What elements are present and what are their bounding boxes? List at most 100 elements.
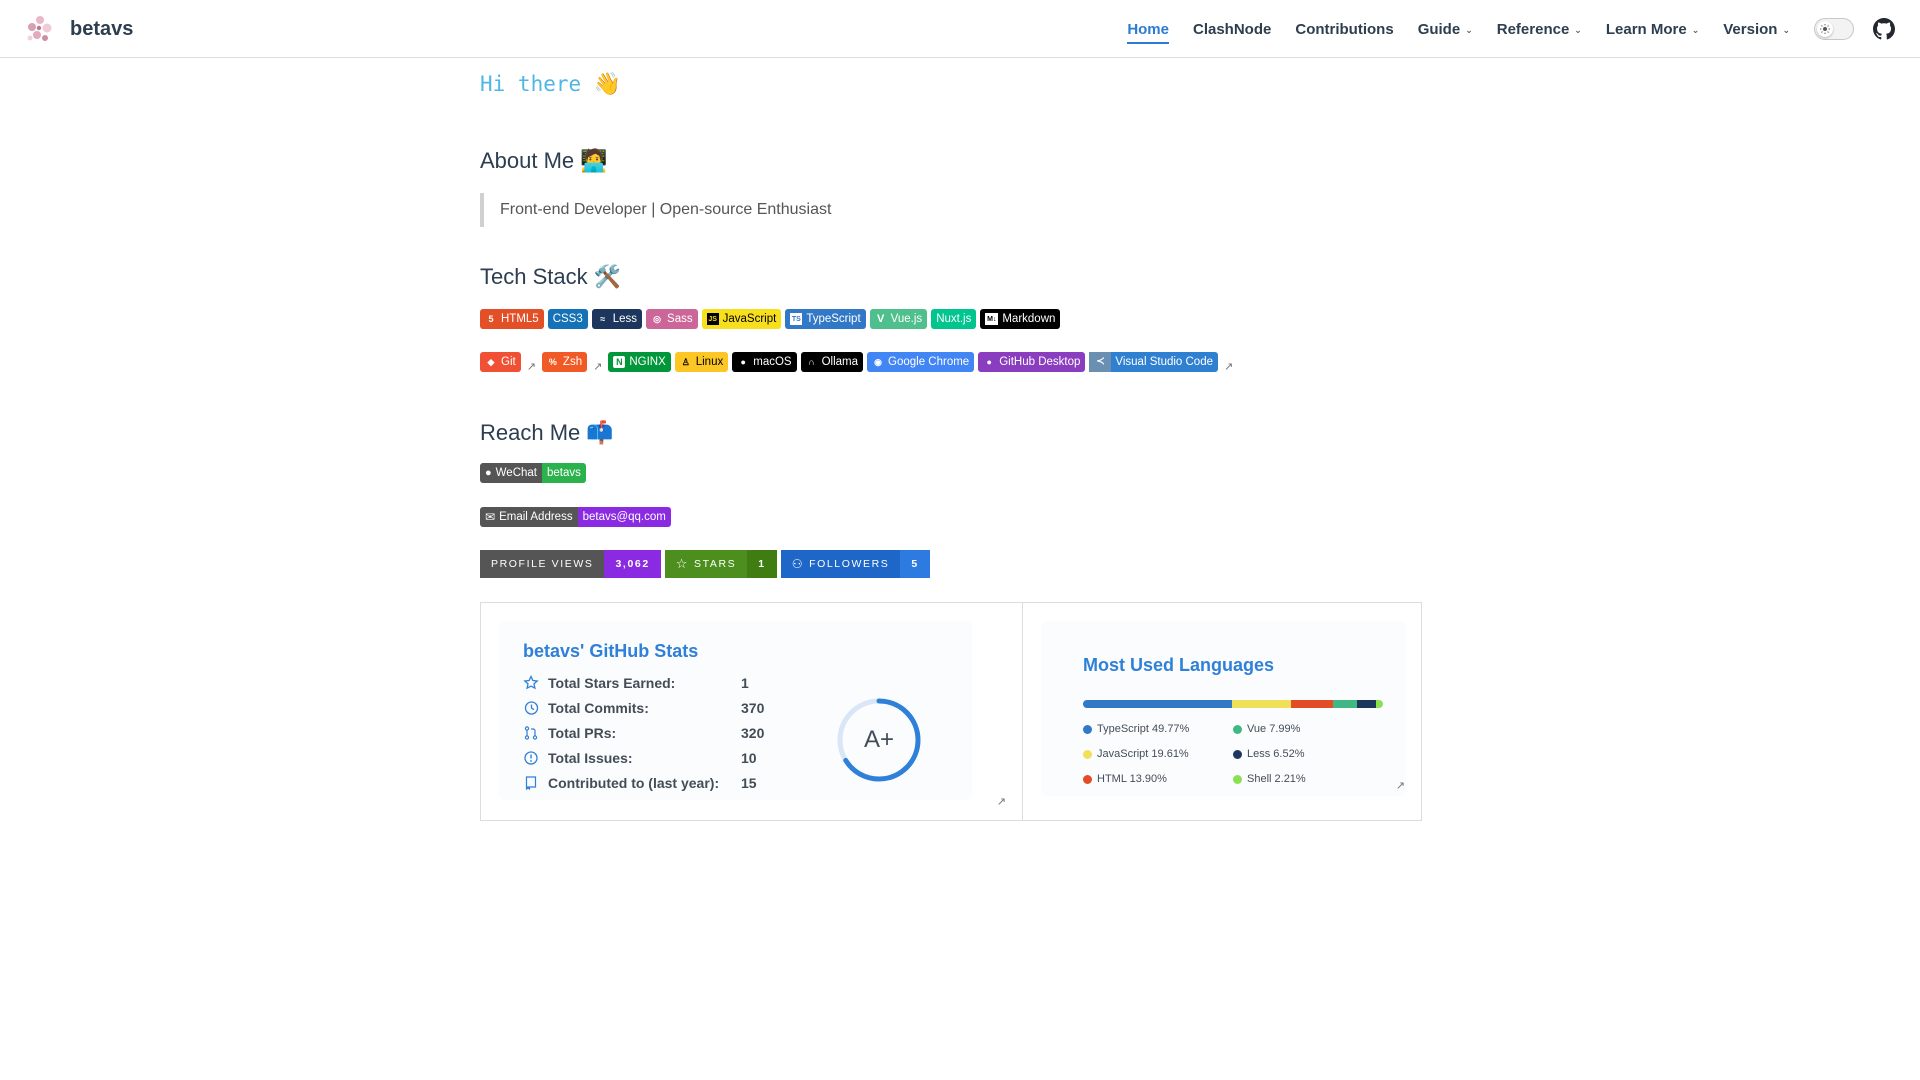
badge-nginx[interactable]: N NGINX [608, 352, 671, 372]
language-bar-segment [1291, 700, 1333, 708]
badge-javascript[interactable]: JS JavaScript [701, 309, 782, 329]
stat-value: 320 [741, 725, 765, 741]
wechat-row: ● WeChat betavs [480, 463, 586, 483]
languages-bar [1083, 700, 1383, 708]
brand-link[interactable]: betavs [22, 10, 133, 48]
chevron-down-icon: ⌄ [1691, 24, 1700, 35]
badge-zsh[interactable]: % Zsh [541, 352, 588, 372]
legend-dot [1083, 724, 1092, 734]
about-heading: About Me 🧑‍💻 [480, 148, 608, 174]
stat-row-stars: Total Stars Earned: 1 [523, 675, 781, 691]
language-legend-item: TypeScript 49.77% [1083, 723, 1189, 735]
badge-html5[interactable]: 5 HTML5 [480, 309, 544, 329]
profile-views-badge[interactable]: PROFILE VIEWS 3,062 [480, 550, 661, 578]
github-stats-title: betavs' GitHub Stats [523, 641, 699, 661]
legend-label: HTML 13.90% [1097, 773, 1167, 785]
stat-label: Total PRs: [548, 725, 617, 741]
badge-nuxtjs[interactable]: Nuxt.js [931, 309, 977, 329]
stat-value: 370 [741, 700, 765, 716]
badge-label: JavaScript [722, 313, 777, 325]
followers-badge[interactable]: ⚇ FOLLOWERS 5 [780, 550, 930, 578]
github-stats-cell: betavs' GitHub Stats Total Stars Earned:… [480, 602, 1023, 821]
stars-badge[interactable]: ☆ STARS 1 [664, 550, 777, 578]
nav-home[interactable]: Home [1127, 0, 1169, 58]
linux-icon: ♙ [681, 356, 690, 367]
nav-learn-more-dropdown[interactable]: Learn More ⌄ [1606, 0, 1699, 58]
nav-contributions[interactable]: Contributions [1295, 0, 1393, 58]
tech-badges-row-1: 5 HTML5 CSS3 ≈ Less ◎ Sass JS JavaScript TS T… [480, 309, 1061, 329]
nav-home-label: Home [1127, 20, 1169, 38]
badge-less[interactable]: ≈ Less [591, 309, 643, 329]
badge-sass[interactable]: ◎ Sass [646, 309, 698, 329]
badge-macos[interactable]: ● macOS [732, 352, 797, 372]
language-bar-segment [1356, 700, 1377, 708]
email-label: Email Address [499, 511, 573, 523]
nav-version-dropdown[interactable]: Version ⌄ [1723, 0, 1790, 58]
badge-github-desktop[interactable]: ● GitHub Desktop [978, 352, 1086, 372]
language-legend-item: Less 6.52% [1233, 748, 1304, 760]
nav-version-label: Version [1723, 20, 1778, 38]
badge-visual-studio-code[interactable]: ≺ Visual Studio Code [1089, 352, 1218, 372]
html5-icon: 5 [488, 313, 494, 324]
legend-dot [1083, 749, 1092, 759]
badge-css3[interactable]: CSS3 [547, 309, 588, 329]
stat-label: Total Commits: [548, 700, 649, 716]
wechat-label: WeChat [495, 467, 537, 479]
toggle-knob [1817, 21, 1833, 37]
nav-reference-label: Reference [1496, 20, 1570, 38]
badge-label: Linux [695, 356, 724, 368]
badge-label: Markdown [1002, 313, 1056, 325]
github-icon[interactable] [1873, 18, 1895, 40]
git-icon: ◆ [487, 356, 495, 367]
ollama-icon: ∩ [808, 356, 815, 367]
badge-google-chrome[interactable]: ◉ Google Chrome [867, 352, 975, 372]
badge-linux[interactable]: ♙ Linux [674, 352, 729, 372]
nav-clashnode[interactable]: ClashNode [1193, 0, 1271, 58]
email-badge[interactable]: ✉ Email Address betavs@qq.com [480, 507, 671, 527]
typescript-icon: TS [790, 313, 803, 325]
external-link-icon: ↗ [526, 360, 536, 373]
followers-value: 5 [900, 550, 930, 578]
envelope-icon: ✉ [485, 510, 496, 524]
legend-label: JavaScript 19.61% [1097, 748, 1189, 760]
stat-label: Contributed to (last year): [548, 775, 720, 791]
email-badge-label: ✉ Email Address [480, 507, 578, 527]
external-link-icon[interactable]: ↗ [997, 795, 1006, 808]
reach-me-title: Reach Me [480, 420, 581, 445]
legend-dot [1233, 749, 1242, 759]
about-title: About Me [480, 148, 575, 173]
github-stats-card[interactable]: betavs' GitHub Stats Total Stars Earned:… [499, 621, 972, 800]
theme-toggle[interactable] [1814, 18, 1854, 40]
nav-reference-dropdown[interactable]: Reference ⌄ [1497, 0, 1582, 58]
badge-vuejs[interactable]: V Vue.js [869, 309, 928, 329]
waving-hand-emoji: 👋 [593, 72, 622, 97]
stars-label: STARS [694, 558, 737, 570]
stat-value: 15 [741, 775, 757, 791]
nav-clashnode-label: ClashNode [1193, 20, 1272, 38]
star-icon: ☆ [675, 556, 690, 571]
external-link-icon[interactable]: ↗ [1396, 779, 1405, 792]
greeting-heading: Hi there 👋 [480, 72, 621, 97]
badge-git[interactable]: ◆ Git [480, 352, 521, 372]
wechat-badge[interactable]: ● WeChat betavs [480, 463, 586, 483]
legend-dot [1233, 724, 1242, 734]
badge-label: Git [501, 356, 516, 368]
badge-ollama[interactable]: ∩ Ollama [800, 352, 864, 372]
chrome-icon: ◉ [874, 356, 882, 367]
badge-label: HTML5 [501, 313, 539, 325]
sun-icon [1820, 24, 1830, 34]
badge-label: Ollama [821, 356, 859, 368]
email-row: ✉ Email Address betavs@qq.com [480, 507, 671, 527]
apple-icon: ● [740, 356, 746, 367]
badge-typescript[interactable]: TS TypeScript [785, 309, 866, 329]
nav-guide-dropdown[interactable]: Guide ⌄ [1418, 0, 1473, 58]
language-bar-segment [1232, 700, 1292, 708]
vscode-icon: ≺ [1089, 352, 1112, 372]
languages-card[interactable]: Most Used Languages TypeScript 49.77% Jav… [1041, 621, 1406, 796]
badge-markdown[interactable]: M↓ Markdown [980, 309, 1061, 329]
tools-emoji: 🛠️ [593, 264, 622, 289]
language-bar-segment [1083, 700, 1233, 708]
stat-row-prs: Total PRs: 320 [523, 725, 781, 741]
badge-label: TypeScript [806, 313, 861, 325]
chevron-down-icon: ⌄ [1574, 24, 1582, 35]
